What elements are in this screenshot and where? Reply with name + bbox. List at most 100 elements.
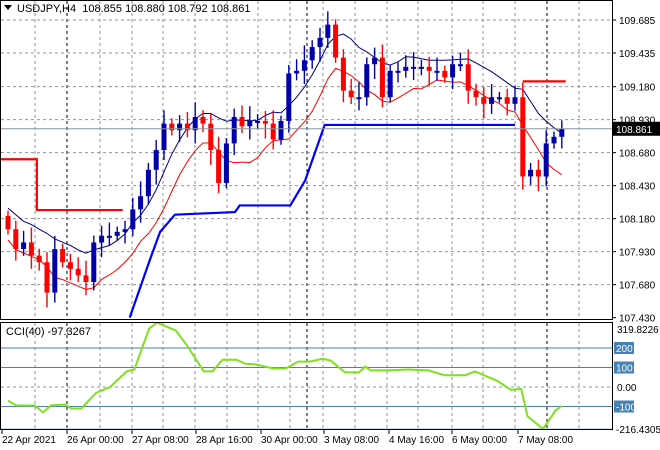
candle [535,159,541,192]
price-axis: 109.685109.435109.180108.930108.680108.4… [612,16,656,325]
candle [333,19,339,63]
time-label: 28 Apr 16:00 [196,435,253,446]
candle [223,138,229,189]
candle-body [379,57,385,98]
time-axis: 22 Apr 2021 26 Apr 00:00 27 Apr 08:00 28 Ap… [1,430,573,446]
symbol: USDJPY,H4 [17,3,77,15]
candle-body [114,231,120,236]
candle [481,87,487,119]
candle-body [434,70,440,73]
candle-body [278,120,284,140]
candle-body [403,66,409,71]
candle-body [91,242,97,283]
price-label: 109.685 [619,16,656,27]
candle [13,220,19,261]
candle [44,252,50,308]
candle-body [457,64,463,67]
candle [231,108,237,156]
time-label: 22 Apr 2021 [2,435,56,446]
cci-level-label: 200 [616,344,633,355]
cci-max-label: 319.8226 [617,325,659,336]
candle-body [348,90,354,98]
candle-body [559,128,565,137]
candle-body [36,255,42,263]
candle [52,235,58,303]
cci-level-label: 0.00 [617,383,637,394]
candle-body [411,66,417,69]
candle-body [535,169,541,177]
candle [301,45,307,85]
candle-body [489,97,495,104]
candles [5,11,565,308]
candle [372,47,378,80]
candle [184,112,190,138]
ohlc-close: 108.861 [210,3,251,15]
candle-body [99,235,105,243]
price-label: 109.180 [619,83,656,94]
candle-body [325,24,331,38]
candle [364,57,370,106]
candle [426,56,432,86]
price-label: 107.930 [619,248,656,259]
candle-body [317,37,323,48]
candle-body [262,120,268,124]
candle-body [122,229,128,232]
price-label: 109.435 [619,49,656,60]
cci-level-label: 100 [616,364,633,375]
candle-body [387,70,393,98]
ohlc-low: 108.792 [167,3,208,15]
candle-body [75,268,81,276]
price-label: 108.680 [619,149,656,160]
candle [457,52,463,72]
candle [395,62,401,83]
candle-body [145,169,151,197]
candle-body [60,249,66,263]
candle-body [333,24,339,58]
candle [91,235,97,291]
chart-canvas[interactable]: 109.685109.435109.180108.930108.680108.4… [0,0,660,450]
candle-body [192,117,198,131]
candle-body [208,123,214,151]
dropdown-triangle-icon[interactable] [4,5,12,10]
candle [270,110,276,150]
candle-body [216,150,222,184]
candle-body [426,66,432,71]
candle [496,91,502,103]
candle-body [255,120,261,123]
time-label: 6 May 00:00 [452,435,507,446]
lower-ma-line [7,67,563,291]
upper-ma-line [7,33,563,254]
candle-body [247,120,253,127]
candle [28,227,34,269]
candle-body [309,47,315,61]
candle-body [395,70,401,73]
candle [67,253,73,281]
candle [442,65,448,83]
candle-body [496,97,502,100]
current-price-label: 108.861 [616,125,653,136]
cci-indicator [7,321,563,431]
candle [130,197,136,237]
price-label: 107.430 [619,314,656,325]
candle-body [138,196,144,210]
candle-body [200,117,206,124]
time-label: 7 May 08:00 [518,435,573,446]
ohlc-high: 108.880 [125,3,165,15]
candle-body [83,275,89,283]
candle [340,49,346,103]
candle [465,49,471,104]
price-label: 108.430 [619,182,656,193]
candle [450,55,456,90]
candle [309,40,315,69]
time-label: 3 May 08:00 [324,435,379,446]
cci-min-label: -216.4305 [616,425,660,436]
candle-body [372,57,378,65]
candle-body [5,216,11,230]
candle [528,162,534,185]
candle [434,57,440,81]
candle-body [543,143,549,177]
candle-body [301,60,307,71]
candle-body [418,66,424,69]
candle [379,44,385,108]
candle-body [450,64,456,78]
